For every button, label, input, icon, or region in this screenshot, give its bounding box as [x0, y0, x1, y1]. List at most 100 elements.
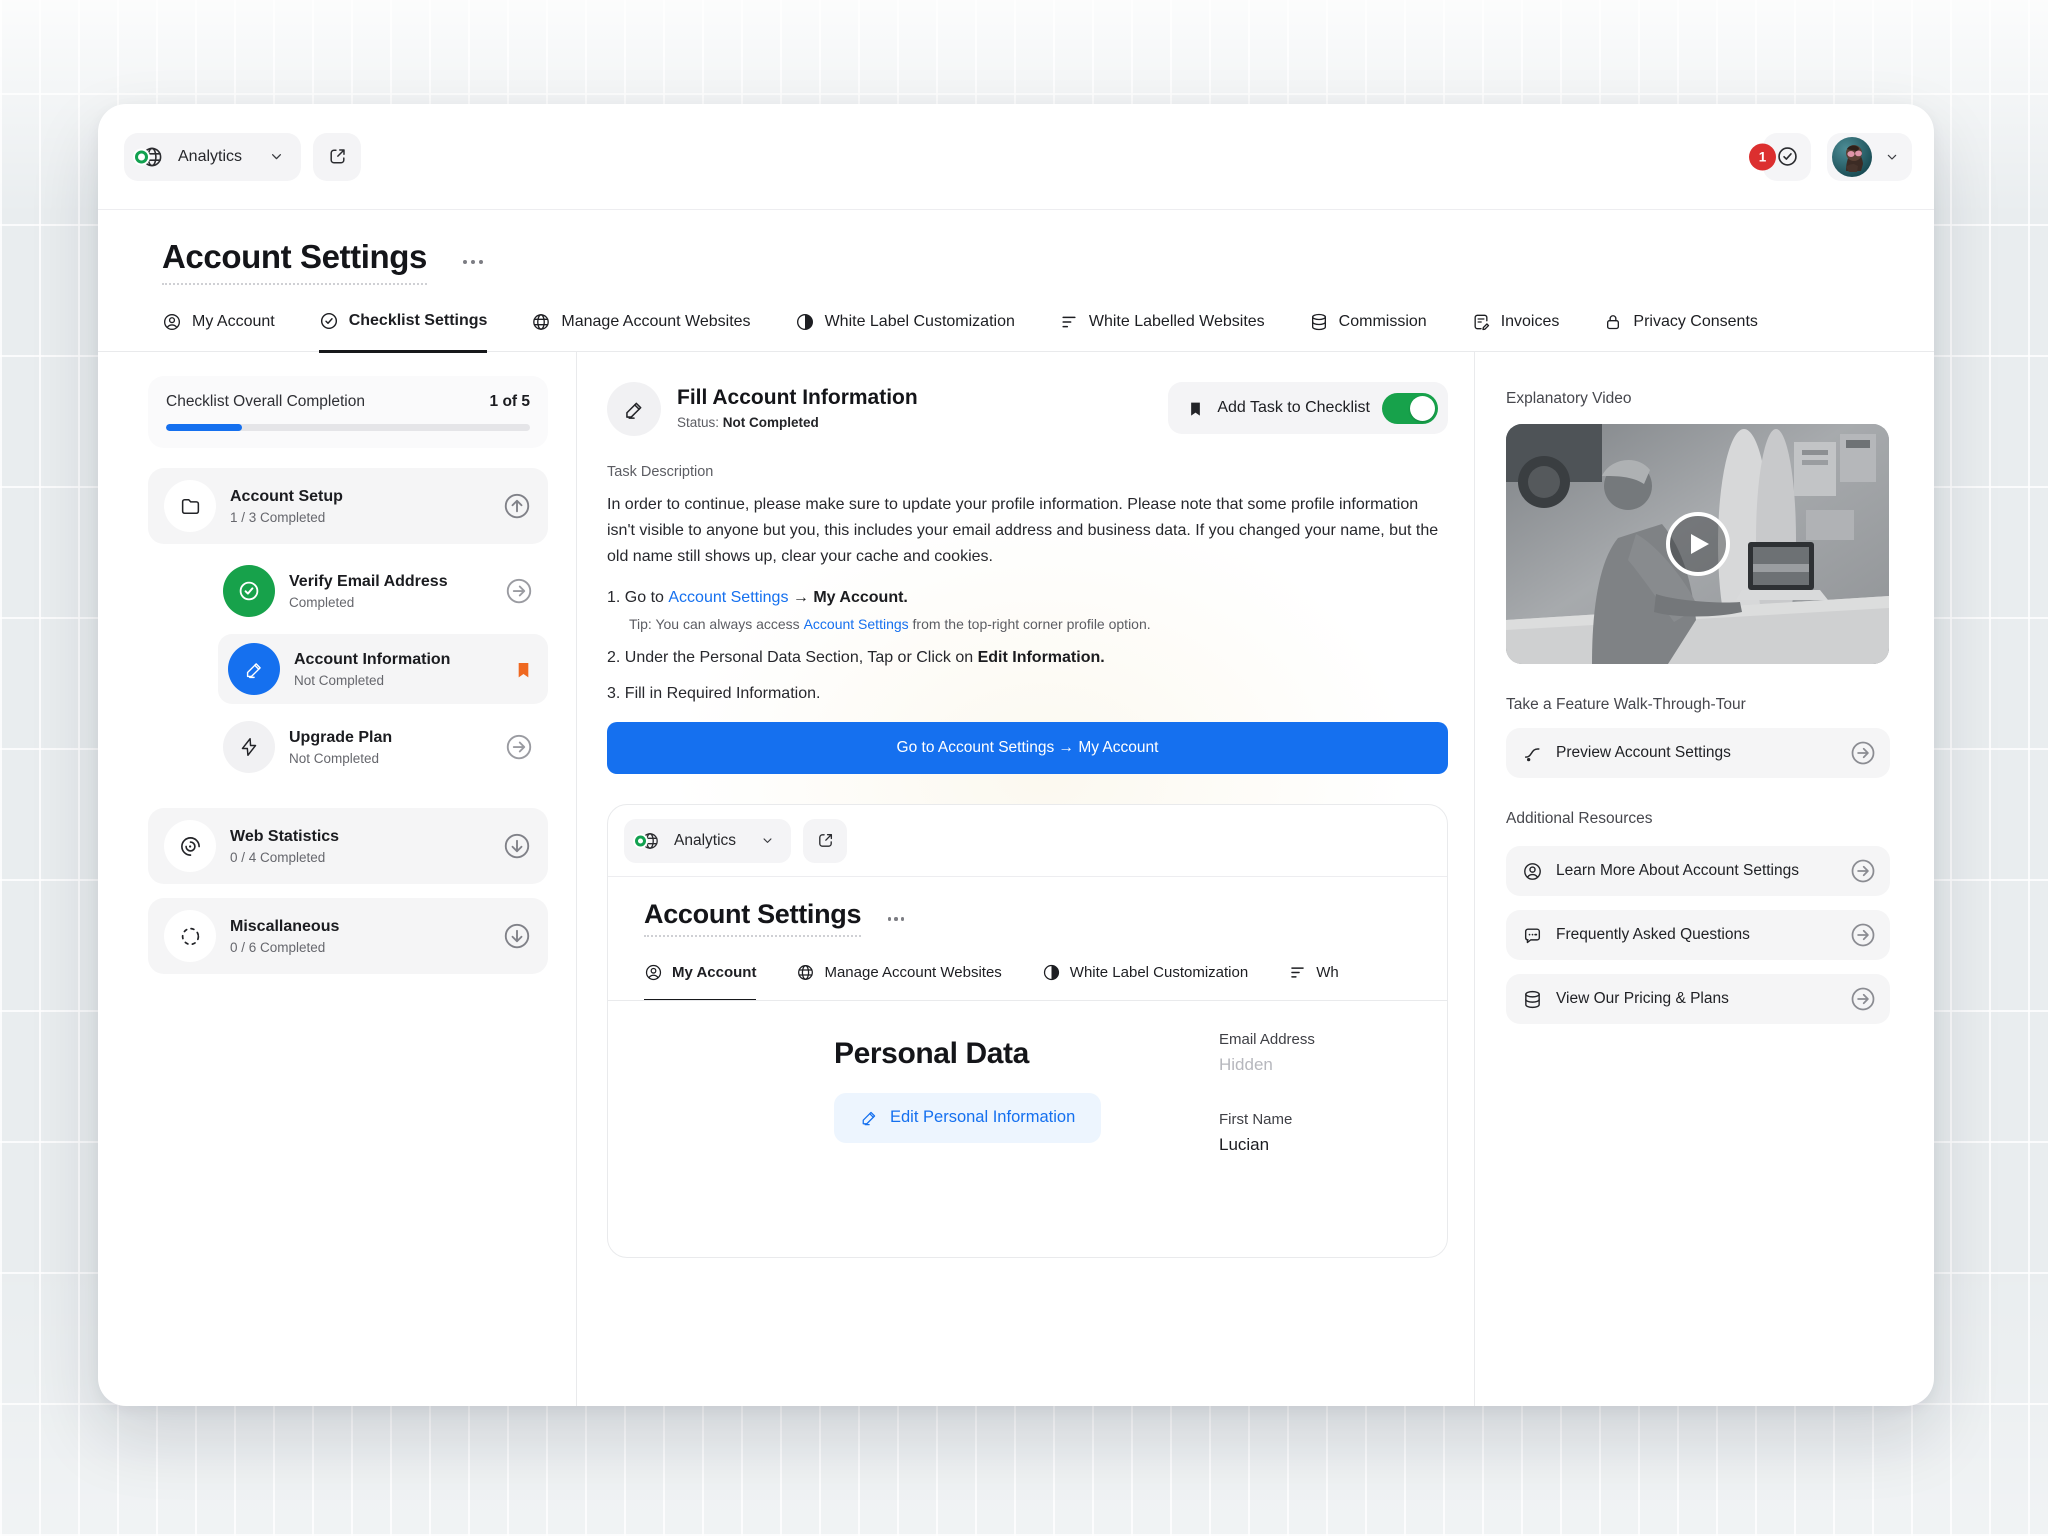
add-task-toggle[interactable]: [1382, 393, 1438, 424]
task-detail-panel: Fill Account Information Status: Not Com…: [577, 352, 1474, 1406]
step-1-tip: Tip: You can always access Account Setti…: [629, 614, 1448, 634]
go-arrow-icon[interactable]: [504, 576, 534, 606]
route-icon: [1522, 743, 1543, 764]
explanatory-video-label: Explanatory Video: [1506, 390, 1890, 408]
account-settings-preview-card: Analytics Account Settings My Account: [607, 804, 1448, 1258]
personal-data-title: Personal Data: [834, 1037, 1101, 1071]
group-miscallaneous[interactable]: Miscallaneous 0 / 6 Completed: [148, 898, 548, 974]
app-window: Analytics 1: [98, 104, 1934, 1406]
main-tabs: My Account Checklist Settings Manage Acc…: [98, 311, 1934, 352]
tab-invoices[interactable]: Invoices: [1471, 311, 1560, 351]
workspace-globe-icon: [140, 145, 166, 169]
help-sidebar: Explanatory Video: [1474, 352, 1934, 1406]
spiral-icon: [179, 835, 202, 858]
tab-privacy-consents[interactable]: Privacy Consents: [1603, 311, 1758, 351]
workspace-name: Analytics: [674, 832, 736, 850]
task-verify-email[interactable]: Verify Email Address Completed: [218, 556, 548, 626]
group-subtitle: 1 / 3 Completed: [230, 510, 343, 525]
notifications-button[interactable]: 1: [1763, 133, 1811, 181]
chat-icon: [1522, 925, 1543, 946]
checklist-sidebar: Checklist Overall Completion 1 of 5 Acco…: [98, 352, 577, 1406]
preview-tabs: My Account Manage Account Websites White…: [608, 963, 1447, 1001]
add-task-label: Add Task to Checklist: [1217, 399, 1370, 417]
user-circle-icon: [162, 312, 182, 332]
pricing-plans-button[interactable]: View Our Pricing & Plans: [1506, 974, 1890, 1024]
task-upgrade-plan[interactable]: Upgrade Plan Not Completed: [218, 712, 548, 782]
preview-personal-data-section: Personal Data Edit Personal Information …: [608, 1001, 1447, 1257]
explanatory-video-thumbnail: [1506, 424, 1889, 664]
learn-more-button[interactable]: Learn More About Account Settings: [1506, 846, 1890, 896]
lock-icon: [1603, 312, 1623, 332]
additional-resources-label: Additional Resources: [1506, 810, 1890, 828]
preview-account-settings-button[interactable]: Preview Account Settings: [1506, 728, 1890, 778]
pencil-icon: [860, 1108, 879, 1127]
email-address-label: Email Address: [1219, 1031, 1315, 1048]
task-description: In order to continue, please make sure t…: [607, 492, 1448, 570]
completion-label: Checklist Overall Completion: [166, 393, 365, 411]
faq-button[interactable]: Frequently Asked Questions: [1506, 910, 1890, 960]
notification-badge: 1: [1749, 143, 1776, 170]
email-address-value: Hidden: [1219, 1055, 1315, 1075]
external-link-icon: [327, 146, 348, 167]
preview-tab-my-account[interactable]: My Account: [644, 963, 756, 1001]
folder-icon: [179, 495, 202, 518]
group-web-statistics[interactable]: Web Statistics 0 / 4 Completed: [148, 808, 548, 884]
user-circle-icon: [1522, 861, 1543, 882]
arrow-right-circle-icon: [1849, 857, 1877, 885]
preview-workspace-select[interactable]: Analytics: [624, 819, 791, 863]
invoice-icon: [1471, 312, 1491, 332]
arrow-right-circle-icon: [1849, 739, 1877, 767]
filter-lines-icon: [1288, 963, 1307, 982]
edit-personal-information-button[interactable]: Edit Personal Information: [834, 1093, 1101, 1143]
tab-white-label-customization[interactable]: White Label Customization: [795, 311, 1015, 351]
page-overflow-menu[interactable]: [457, 254, 489, 270]
go-arrow-icon[interactable]: [504, 732, 534, 762]
expand-arrow-down-icon[interactable]: [502, 921, 532, 951]
completion-progress-fill: [166, 424, 242, 431]
profile-menu-button[interactable]: [1827, 133, 1912, 181]
preview-topbar: Analytics: [608, 805, 1447, 877]
status-dot-icon: [135, 150, 148, 163]
tab-commission[interactable]: Commission: [1309, 311, 1427, 351]
preview-tab-white-label-customization[interactable]: White Label Customization: [1042, 963, 1248, 1000]
status-dot-icon: [635, 835, 646, 846]
dashed-circle-icon: [179, 925, 202, 948]
half-circle-icon: [795, 312, 815, 332]
workspace-select[interactable]: Analytics: [124, 133, 301, 181]
first-name-value: Lucian: [1219, 1135, 1315, 1155]
page-title: Account Settings: [162, 238, 427, 285]
account-settings-link[interactable]: Account Settings: [804, 616, 909, 632]
tab-my-account[interactable]: My Account: [162, 311, 275, 351]
task-status: Status: Not Completed: [677, 415, 918, 430]
topbar-right: 1: [1763, 133, 1912, 181]
preview-open-external-button[interactable]: [803, 819, 847, 863]
tab-manage-account-websites[interactable]: Manage Account Websites: [531, 311, 750, 351]
globe-icon: [796, 963, 815, 982]
walkthrough-tour-label: Take a Feature Walk-Through-Tour: [1506, 696, 1890, 714]
external-link-icon: [816, 831, 835, 850]
open-external-button[interactable]: [313, 133, 361, 181]
expand-arrow-down-icon[interactable]: [502, 831, 532, 861]
go-to-account-settings-button[interactable]: Go to Account Settings → My Account: [607, 722, 1448, 774]
bookmark-icon: [1186, 399, 1205, 418]
workspace-globe-icon: [640, 831, 662, 851]
task-steps: 1. Go to Account Settings → My Account. …: [607, 586, 1448, 706]
check-circle-icon: [1776, 145, 1799, 168]
filter-lines-icon: [1059, 312, 1079, 332]
account-settings-link[interactable]: Account Settings: [668, 589, 788, 606]
tab-checklist-settings[interactable]: Checklist Settings: [319, 311, 488, 353]
add-task-control: Add Task to Checklist: [1168, 382, 1448, 434]
completion-progress: [166, 424, 530, 431]
page-header: Account Settings My Account Checklist Se…: [98, 210, 1934, 352]
bookmark-icon: [513, 659, 534, 680]
preview-tab-manage-account-websites[interactable]: Manage Account Websites: [796, 963, 1001, 1000]
tab-white-labelled-websites[interactable]: White Labelled Websites: [1059, 311, 1265, 351]
preview-overflow-menu[interactable]: [888, 917, 905, 921]
chevron-down-icon: [268, 148, 285, 165]
bolt-icon: [238, 736, 260, 758]
task-account-information[interactable]: Account Information Not Completed: [218, 634, 548, 704]
group-account-setup[interactable]: Account Setup 1 / 3 Completed: [148, 468, 548, 544]
preview-tab-truncated[interactable]: Wh: [1288, 963, 1339, 1000]
play-button[interactable]: [1666, 512, 1730, 576]
collapse-arrow-up-icon[interactable]: [502, 491, 532, 521]
